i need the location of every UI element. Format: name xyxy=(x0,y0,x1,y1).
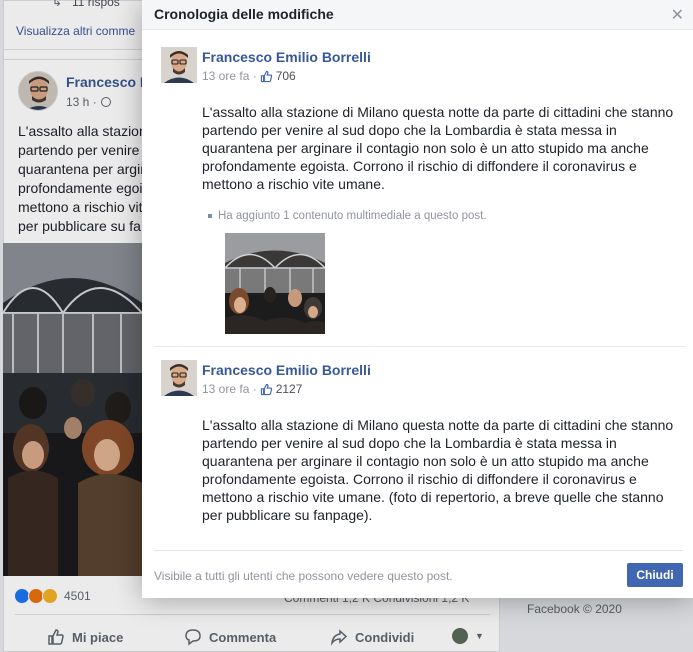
revision-time[interactable]: 13 ore fa · xyxy=(202,382,257,396)
close-icon[interactable]: ✕ xyxy=(671,5,684,25)
revision-author-link[interactable]: Francesco Emilio Borrelli xyxy=(202,49,371,65)
revision-text: L'assalto alla stazione di Milano questa… xyxy=(202,104,674,192)
revision-entry: Francesco Emilio Borrelli 13 ore fa · 21… xyxy=(154,360,685,550)
revision-change-note: Ha aggiunto 1 contenuto multimediale a q… xyxy=(208,210,487,222)
bullet-icon xyxy=(208,214,212,218)
avatar[interactable] xyxy=(161,47,197,83)
dialog-title: Cronologia delle modifiche xyxy=(154,6,334,22)
revision-divider xyxy=(154,346,685,347)
revision-like-count: 706 xyxy=(275,69,296,83)
revision-meta: 13 ore fa · 2127 xyxy=(202,382,302,396)
edit-history-dialog: Cronologia delle modifiche ✕ Francesco E… xyxy=(142,0,693,598)
revision-text: L'assalto alla stazione di Milano questa… xyxy=(202,417,674,523)
media-thumbnail[interactable] xyxy=(225,233,325,334)
revision-entry: Francesco Emilio Borrelli 13 ore fa · 70… xyxy=(154,47,685,347)
revision-time[interactable]: 13 ore fa · xyxy=(202,69,257,83)
dialog-body: Francesco Emilio Borrelli 13 ore fa · 70… xyxy=(142,30,693,550)
dialog-header: Cronologia delle modifiche ✕ xyxy=(142,0,693,30)
revision-author-link[interactable]: Francesco Emilio Borrelli xyxy=(202,362,371,378)
thumbs-up-icon xyxy=(260,70,272,82)
thumbs-up-icon xyxy=(260,383,272,395)
revision-like-count: 2127 xyxy=(275,382,303,396)
revision-meta: 13 ore fa · 706 xyxy=(202,69,296,83)
dialog-footer: Visibile a tutti gli utenti che possono … xyxy=(154,550,683,598)
close-button[interactable]: Chiudi xyxy=(627,563,683,587)
visibility-note: Visibile a tutti gli utenti che possono … xyxy=(154,569,453,583)
avatar[interactable] xyxy=(161,360,197,396)
revision-change-note-text: Ha aggiunto 1 contenuto multimediale a q… xyxy=(218,210,487,222)
